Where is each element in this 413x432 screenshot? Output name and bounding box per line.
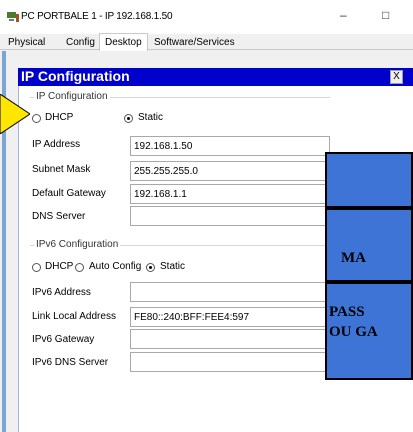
ipv6-group-title: IPv6 Configuration xyxy=(34,239,121,250)
overlay-text-pass: PASS xyxy=(329,304,365,320)
ipv6-static-radio[interactable] xyxy=(146,263,155,272)
ipv6-gateway-label: IPv6 Gateway xyxy=(32,334,95,345)
panel-header: IP Configuration xyxy=(18,68,413,86)
subnet-mask-input[interactable]: 255.255.255.0 xyxy=(130,161,330,181)
dns-server-input[interactable] xyxy=(130,206,330,226)
ipv4-group-title: IP Configuration xyxy=(34,91,110,102)
tab-software-services[interactable]: Software/Services xyxy=(148,35,241,50)
static-label: Static xyxy=(138,112,164,123)
ipv6-dhcp-radio[interactable] xyxy=(32,263,41,272)
tab-desktop[interactable]: Desktop xyxy=(99,33,148,51)
ipv6-dns-label: IPv6 DNS Server xyxy=(32,357,109,368)
default-gateway-input[interactable]: 192.168.1.1 xyxy=(130,184,330,204)
maximize-button[interactable]: □ xyxy=(382,8,389,22)
link-local-input[interactable]: FE80::240:BFF:FEE4:597 xyxy=(130,307,330,327)
pc-icon xyxy=(7,12,19,22)
ipv6-dns-input[interactable] xyxy=(130,352,330,372)
default-gateway-label: Default Gateway xyxy=(32,188,106,199)
ipv6-auto-config-radio[interactable] xyxy=(75,263,84,272)
window-title: PC PORTBALE 1 - IP 192.168.1.50 xyxy=(21,11,173,22)
overlay-box-middle: MA xyxy=(325,208,413,282)
overlay-text-ou-ga: OU GA xyxy=(329,324,378,340)
yellow-arrow-icon xyxy=(0,94,30,134)
tab-bar: Physical Config Desktop Software/Service… xyxy=(0,33,413,51)
subnet-mask-label: Subnet Mask xyxy=(32,164,91,175)
overlay-box-bottom: PASS OU GA xyxy=(325,282,413,380)
ipv6-address-input[interactable] xyxy=(130,282,330,302)
ipv6-dhcp-label: DHCP xyxy=(45,261,74,272)
dns-server-label: DNS Server xyxy=(32,211,86,222)
ip-address-input[interactable]: 192.168.1.50 xyxy=(130,136,330,156)
minimize-button[interactable]: – xyxy=(340,8,347,22)
window-titlebar: PC PORTBALE 1 - IP 192.168.1.50 – □ xyxy=(0,0,413,34)
overlay-text-ma: MA xyxy=(341,250,366,266)
static-radio[interactable] xyxy=(124,114,133,123)
tab-config[interactable]: Config xyxy=(60,35,101,50)
ipv6-static-label: Static xyxy=(160,261,186,272)
tab-physical[interactable]: Physical xyxy=(2,35,51,50)
link-local-label: Link Local Address xyxy=(32,311,116,322)
ip-address-label: IP Address xyxy=(32,139,81,150)
dhcp-label: DHCP xyxy=(45,112,74,123)
panel-title: IP Configuration xyxy=(21,68,130,84)
close-button[interactable]: X xyxy=(390,70,403,84)
ipv6-auto-config-label: Auto Config xyxy=(89,261,142,272)
overlay-box-top xyxy=(325,152,413,208)
ipv6-address-label: IPv6 Address xyxy=(32,287,91,298)
dhcp-radio[interactable] xyxy=(32,114,41,123)
ipv6-gateway-input[interactable] xyxy=(130,329,330,349)
